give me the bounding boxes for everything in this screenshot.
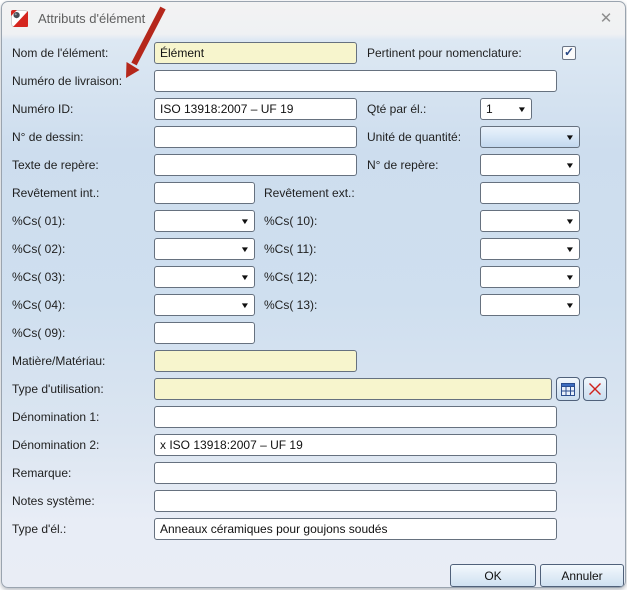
texte-repere-input[interactable]	[154, 154, 357, 176]
field-row-cs03-cs12: %Cs( 03): ▼ %Cs( 12): ▼	[12, 266, 625, 288]
rev-int-label: Revêtement int.:	[12, 186, 100, 200]
field-row-livraison: Numéro de livraison:	[12, 70, 625, 92]
field-row-type-el: Type d'él.:	[12, 518, 625, 540]
chevron-down-icon: ▼	[564, 132, 576, 142]
window-title: Attributs d'élément	[38, 11, 146, 26]
field-row-denom1: Dénomination 1:	[12, 406, 625, 428]
denom1-input[interactable]	[154, 406, 557, 428]
no-repere-dropdown[interactable]: ▼	[480, 154, 580, 176]
field-row-cs02-cs11: %Cs( 02): ▼ %Cs( 11): ▼	[12, 238, 625, 260]
nom-input[interactable]	[154, 42, 357, 64]
field-row-matiere: Matière/Matériau:	[12, 350, 625, 372]
type-el-label: Type d'él.:	[12, 522, 67, 536]
cs12-dropdown[interactable]: ▼	[480, 266, 580, 288]
field-row-type-utilisation: Type d'utilisation:	[12, 377, 625, 401]
cs11-label: %Cs( 11):	[264, 242, 317, 256]
type-el-input[interactable]	[154, 518, 557, 540]
nom-label: Nom de l'élément:	[12, 46, 109, 60]
field-row-revetement: Revêtement int.: Revêtement ext.:	[12, 182, 625, 204]
livraison-input[interactable]	[154, 70, 557, 92]
title-bar: Attributs d'élément ✕	[2, 2, 625, 35]
chevron-down-icon: ▼	[239, 300, 251, 310]
cs09-input[interactable]	[154, 322, 255, 344]
cs04-dropdown[interactable]: ▼	[154, 294, 255, 316]
chevron-down-icon: ▼	[239, 216, 251, 226]
clear-type-button[interactable]	[583, 377, 607, 401]
cs01-dropdown[interactable]: ▼	[154, 210, 255, 232]
dessin-input[interactable]	[154, 126, 357, 148]
chevron-down-icon: ▼	[564, 160, 576, 170]
cancel-button[interactable]: Annuler	[540, 564, 624, 587]
cs04-label: %Cs( 04):	[12, 298, 66, 312]
chevron-down-icon: ▼	[564, 300, 576, 310]
unite-dropdown[interactable]: ▼	[480, 126, 580, 148]
cs09-label: %Cs( 09):	[12, 326, 66, 340]
notes-input[interactable]	[154, 490, 557, 512]
denom2-input[interactable]	[154, 434, 557, 456]
pertinent-checkbox[interactable]: ✓	[562, 46, 576, 60]
qte-label: Qté par él.:	[367, 102, 427, 116]
field-row-cs09: %Cs( 09):	[12, 322, 625, 344]
texte-repere-label: Texte de repère:	[12, 158, 99, 172]
cs02-dropdown[interactable]: ▼	[154, 238, 255, 260]
chevron-down-icon: ▼	[564, 244, 576, 254]
cs10-label: %Cs( 10):	[264, 214, 318, 228]
field-row-dessin: N° de dessin: Unité de quantité: ▼	[12, 126, 625, 148]
field-row-nom: Nom de l'élément: Pertinent pour nomencl…	[12, 42, 625, 64]
livraison-label: Numéro de livraison:	[12, 74, 123, 88]
browse-type-button[interactable]	[556, 377, 580, 401]
clear-red-x-icon	[589, 383, 601, 395]
field-row-denom2: Dénomination 2:	[12, 434, 625, 456]
ok-button[interactable]: OK	[450, 564, 536, 587]
no-repere-label: N° de repère:	[367, 158, 439, 172]
denom1-label: Dénomination 1:	[12, 410, 100, 424]
rev-int-input[interactable]	[154, 182, 255, 204]
cs01-label: %Cs( 01):	[12, 214, 66, 228]
type-utilisation-label: Type d'utilisation:	[12, 382, 104, 396]
pertinent-label: Pertinent pour nomenclature:	[367, 46, 522, 60]
close-icon[interactable]: ✕	[595, 11, 617, 26]
table-browse-icon	[561, 382, 575, 396]
field-row-cs01-cs10: %Cs( 01): ▼ %Cs( 10): ▼	[12, 210, 625, 232]
dessin-label: N° de dessin:	[12, 130, 84, 144]
matiere-input[interactable]	[154, 350, 357, 372]
rev-ext-label: Revêtement ext.:	[264, 186, 355, 200]
field-row-notes: Notes système:	[12, 490, 625, 512]
denom2-label: Dénomination 2:	[12, 438, 100, 452]
chevron-down-icon: ▼	[564, 272, 576, 282]
cs11-dropdown[interactable]: ▼	[480, 238, 580, 260]
field-row-cs04-cs13: %Cs( 04): ▼ %Cs( 13): ▼	[12, 294, 625, 316]
remarque-label: Remarque:	[12, 466, 72, 480]
cs13-dropdown[interactable]: ▼	[480, 294, 580, 316]
cs13-label: %Cs( 13):	[264, 298, 318, 312]
checkbox-check-icon: ✓	[563, 45, 575, 59]
cs03-label: %Cs( 03):	[12, 270, 66, 284]
matiere-label: Matière/Matériau:	[12, 354, 106, 368]
cs12-label: %Cs( 12):	[264, 270, 318, 284]
form-area: Nom de l'élément: Pertinent pour nomencl…	[2, 35, 625, 540]
dialog-window: Attributs d'élément ✕ Nom de l'élément: …	[1, 1, 626, 588]
field-row-texte-repere: Texte de repère: N° de repère: ▼	[12, 154, 625, 176]
chevron-down-icon: ▼	[564, 216, 576, 226]
cs03-dropdown[interactable]: ▼	[154, 266, 255, 288]
unite-label: Unité de quantité:	[367, 130, 462, 144]
chevron-down-icon: ▼	[239, 244, 251, 254]
rev-ext-input[interactable]	[480, 182, 580, 204]
cs10-dropdown[interactable]: ▼	[480, 210, 580, 232]
numero-id-label: Numéro ID:	[12, 102, 74, 116]
remarque-input[interactable]	[154, 462, 557, 484]
notes-label: Notes système:	[12, 494, 95, 508]
chevron-down-icon: ▼	[516, 104, 528, 114]
stud-welding-app-icon	[11, 10, 28, 27]
chevron-down-icon: ▼	[239, 272, 251, 282]
qte-dropdown[interactable]: 1 ▼	[480, 98, 532, 120]
type-utilisation-input[interactable]	[154, 378, 552, 400]
numero-id-input[interactable]	[154, 98, 357, 120]
field-row-remarque: Remarque:	[12, 462, 625, 484]
cs02-label: %Cs( 02):	[12, 242, 66, 256]
field-row-numero-id: Numéro ID: Qté par él.: 1 ▼	[12, 98, 625, 120]
